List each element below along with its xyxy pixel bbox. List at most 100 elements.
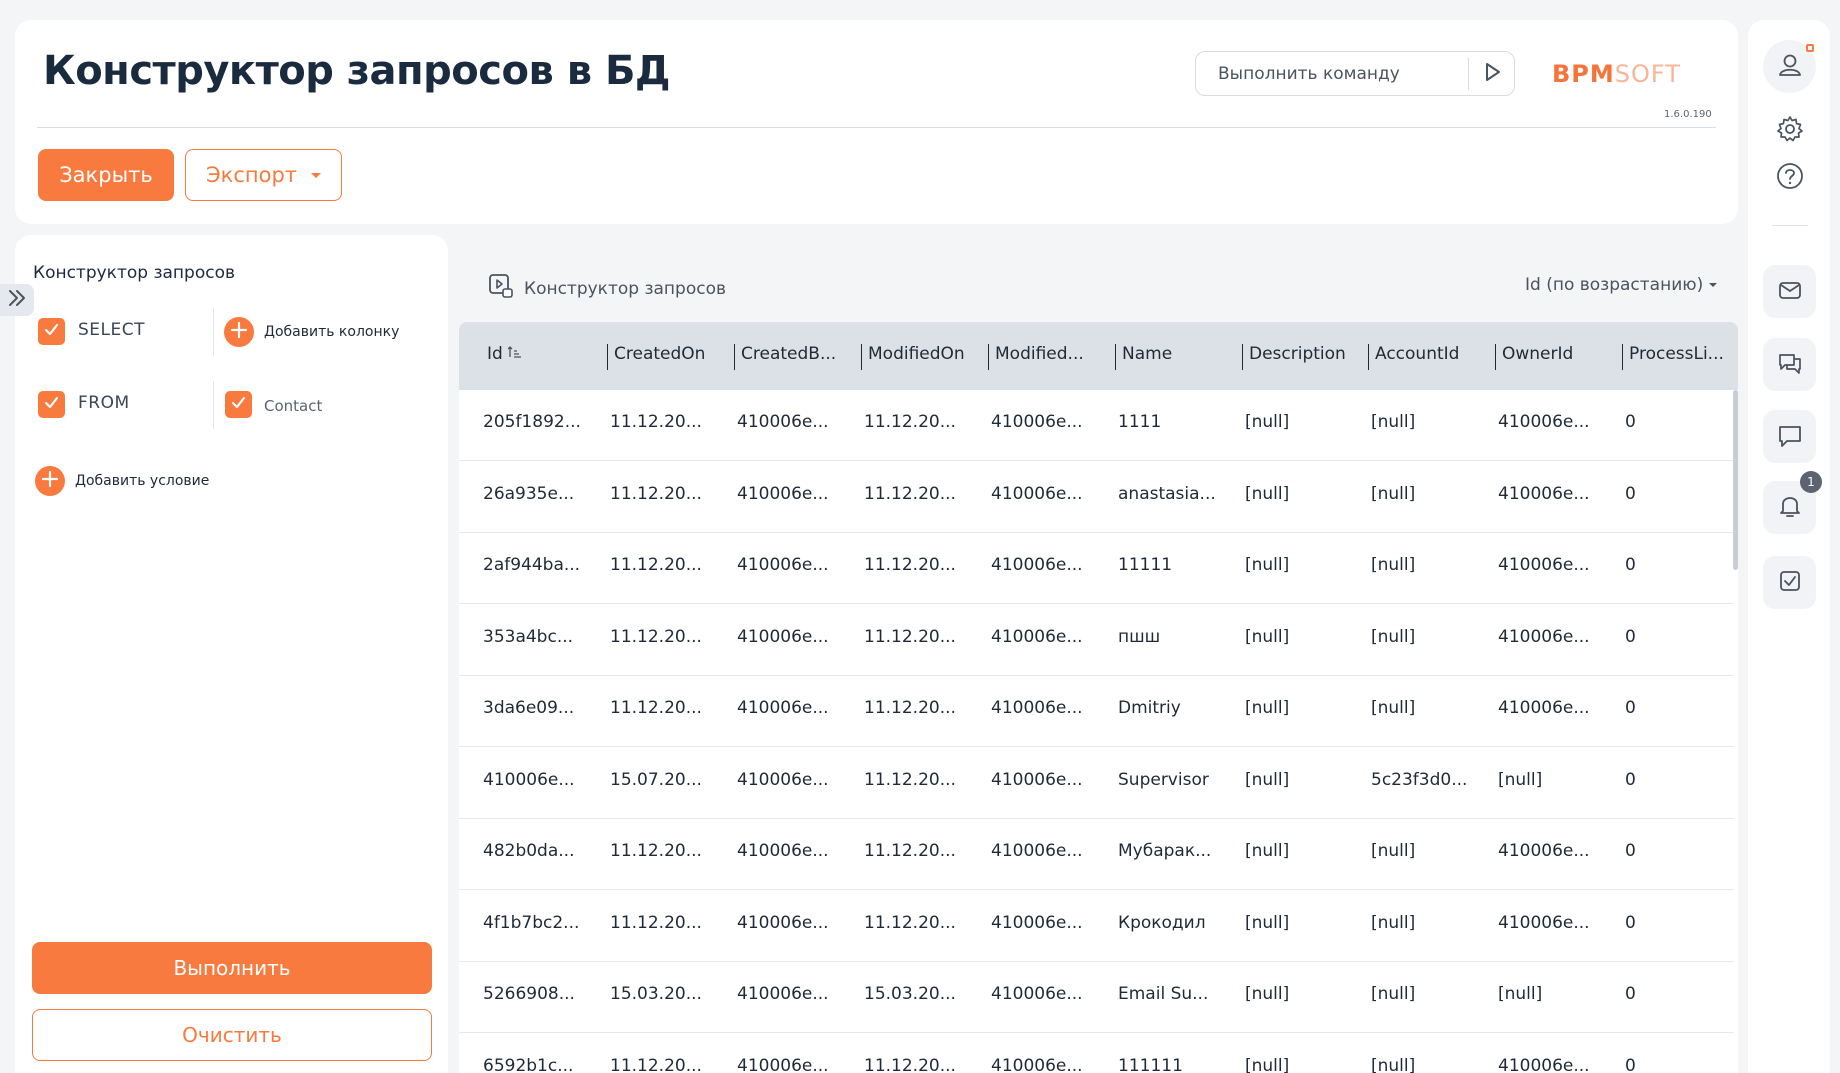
mail-icon — [1776, 276, 1804, 308]
chevron-down-icon — [311, 172, 322, 178]
column-header[interactable]: ModifiedOn — [861, 344, 985, 370]
add-column-button[interactable] — [224, 317, 254, 347]
column-header[interactable]: CreatedOn — [607, 344, 731, 370]
message-button[interactable] — [1763, 410, 1816, 463]
table-cell: 410006e... — [483, 769, 575, 790]
table-cell: 0 — [1625, 698, 1636, 718]
table-cell: [null] — [1245, 698, 1290, 718]
table-cell: [null] — [1245, 769, 1290, 790]
table-cell: 15.07.20... — [610, 769, 702, 790]
table-cell: 410006e... — [737, 698, 829, 718]
table-row[interactable]: 353a4bc... 11.12.20... 410006e... 11.12.20.… — [459, 605, 1734, 676]
table-cell: 410006e... — [737, 626, 829, 647]
close-button[interactable]: Закрыть — [38, 149, 174, 201]
add-condition-button[interactable] — [35, 466, 65, 496]
table-cell: 11.12.20... — [864, 769, 956, 790]
column-header[interactable]: Name — [1115, 344, 1239, 370]
vertical-scrollbar[interactable] — [1733, 390, 1738, 570]
table-cell: 0 — [1625, 626, 1636, 647]
table-cell: 410006e... — [991, 841, 1083, 861]
table-cell: 26a935e... — [483, 483, 575, 504]
table-row[interactable]: 410006e... 15.07.20... 410006e... 11.12.20.… — [459, 748, 1734, 819]
table-cell: [null] — [1245, 984, 1290, 1004]
add-column-label[interactable]: Добавить колонку — [264, 324, 399, 340]
column-header[interactable]: CreatedB... — [734, 344, 858, 370]
table-cell: [null] — [1245, 912, 1290, 933]
help-icon — [1775, 161, 1805, 195]
table-cell: 11.12.20... — [610, 841, 702, 861]
table-cell: 4f1b7bc2... — [483, 912, 580, 933]
column-header[interactable]: Description — [1242, 344, 1366, 370]
sort-dropdown[interactable]: Id (по возрастанию) — [1525, 275, 1718, 295]
table-cell: 111111 — [1118, 1055, 1183, 1073]
message-icon — [1776, 421, 1804, 453]
table-cell: 410006e... — [1498, 841, 1590, 861]
table-cell: 410006e... — [991, 626, 1083, 647]
tasks-button[interactable] — [1763, 556, 1816, 609]
export-button[interactable]: Экспорт — [185, 149, 342, 201]
column-header[interactable]: Modified... — [988, 344, 1112, 370]
table-cell: [null] — [1371, 483, 1416, 504]
chat-button[interactable] — [1763, 338, 1816, 391]
help-button[interactable] — [1763, 151, 1816, 204]
table-cell: 0 — [1625, 1055, 1636, 1073]
clear-button[interactable]: Очистить — [32, 1009, 432, 1061]
command-box — [1195, 51, 1515, 96]
sort-ascending-icon — [507, 344, 522, 364]
expand-panel-button[interactable] — [0, 284, 34, 316]
table-cell: 11.12.20... — [864, 483, 956, 504]
run-button[interactable]: Выполнить — [32, 942, 432, 994]
table-row[interactable]: 26a935e... 11.12.20... 410006e... 11.12.20.… — [459, 462, 1734, 533]
results-title: Конструктор запросов — [488, 273, 726, 304]
column-header[interactable]: ProcessLi... — [1622, 344, 1734, 370]
table-row[interactable]: 3da6e09... 11.12.20... 410006e... 11.12.20.… — [459, 676, 1734, 747]
add-condition-label[interactable]: Добавить условие — [75, 473, 209, 489]
column-header[interactable]: OwnerId — [1495, 344, 1619, 370]
from-checkbox[interactable] — [38, 391, 65, 418]
from-entity-checkbox[interactable] — [225, 391, 252, 418]
table-cell: 410006e... — [1498, 626, 1590, 647]
table-cell: [null] — [1498, 769, 1543, 790]
task-icon — [1776, 567, 1804, 599]
table-row[interactable]: 2af944ba... 11.12.20... 410006e... 11.12.20… — [459, 533, 1734, 604]
table-cell: [null] — [1371, 626, 1416, 647]
table-cell: 410006e... — [737, 412, 829, 432]
settings-button[interactable] — [1763, 104, 1816, 157]
user-icon — [1776, 51, 1804, 83]
profile-button[interactable] — [1763, 40, 1816, 93]
table-row[interactable]: 5266908... 15.03.20... 410006e... 15.03.20.… — [459, 962, 1734, 1033]
table-row[interactable]: 4f1b7bc2... 11.12.20... 410006e... 11.12.20… — [459, 891, 1734, 962]
select-checkbox[interactable] — [38, 318, 65, 345]
table-cell: 0 — [1625, 841, 1636, 861]
sidebar-divider — [1772, 225, 1808, 226]
select-keyword: SELECT — [78, 320, 145, 340]
table-cell: [null] — [1371, 698, 1416, 718]
table-row[interactable]: 482b0da... 11.12.20... 410006e... 11.12.20.… — [459, 819, 1734, 890]
table-cell: 11.12.20... — [864, 698, 956, 718]
table-cell: [null] — [1371, 841, 1416, 861]
table-row[interactable]: 205f1892... 11.12.20... 410006e... 11.12.20… — [459, 390, 1734, 461]
table-cell: 0 — [1625, 912, 1636, 933]
table-cell: 410006e... — [991, 698, 1083, 718]
mail-button[interactable] — [1763, 265, 1816, 318]
from-entity-label[interactable]: Contact — [264, 397, 322, 415]
checkmark-icon — [43, 321, 60, 342]
page-title: Конструктор запросов в БД — [43, 48, 671, 94]
command-run-button[interactable] — [1469, 52, 1515, 95]
table-row[interactable]: 6592b1c... 11.12.20... 410006e... 11.12.20.… — [459, 1034, 1734, 1073]
sort-label: Id (по возрастанию) — [1525, 275, 1704, 295]
export-label: Экспорт — [205, 163, 298, 187]
notifications-button[interactable]: 1 — [1763, 471, 1822, 534]
table-cell: Крокодил — [1118, 912, 1206, 933]
table-cell: 11.12.20... — [610, 483, 702, 504]
table-cell: 11111 — [1118, 555, 1173, 575]
column-header[interactable]: AccountId — [1368, 344, 1492, 370]
table-cell: 15.03.20... — [864, 984, 956, 1004]
plus-icon — [230, 321, 248, 343]
column-header[interactable]: Id — [481, 344, 599, 370]
table-cell: 0 — [1625, 984, 1636, 1004]
table-cell: 6592b1c... — [483, 1055, 574, 1073]
command-input[interactable] — [1196, 52, 1468, 95]
gear-icon — [1775, 114, 1805, 148]
table-cell: 11.12.20... — [864, 555, 956, 575]
